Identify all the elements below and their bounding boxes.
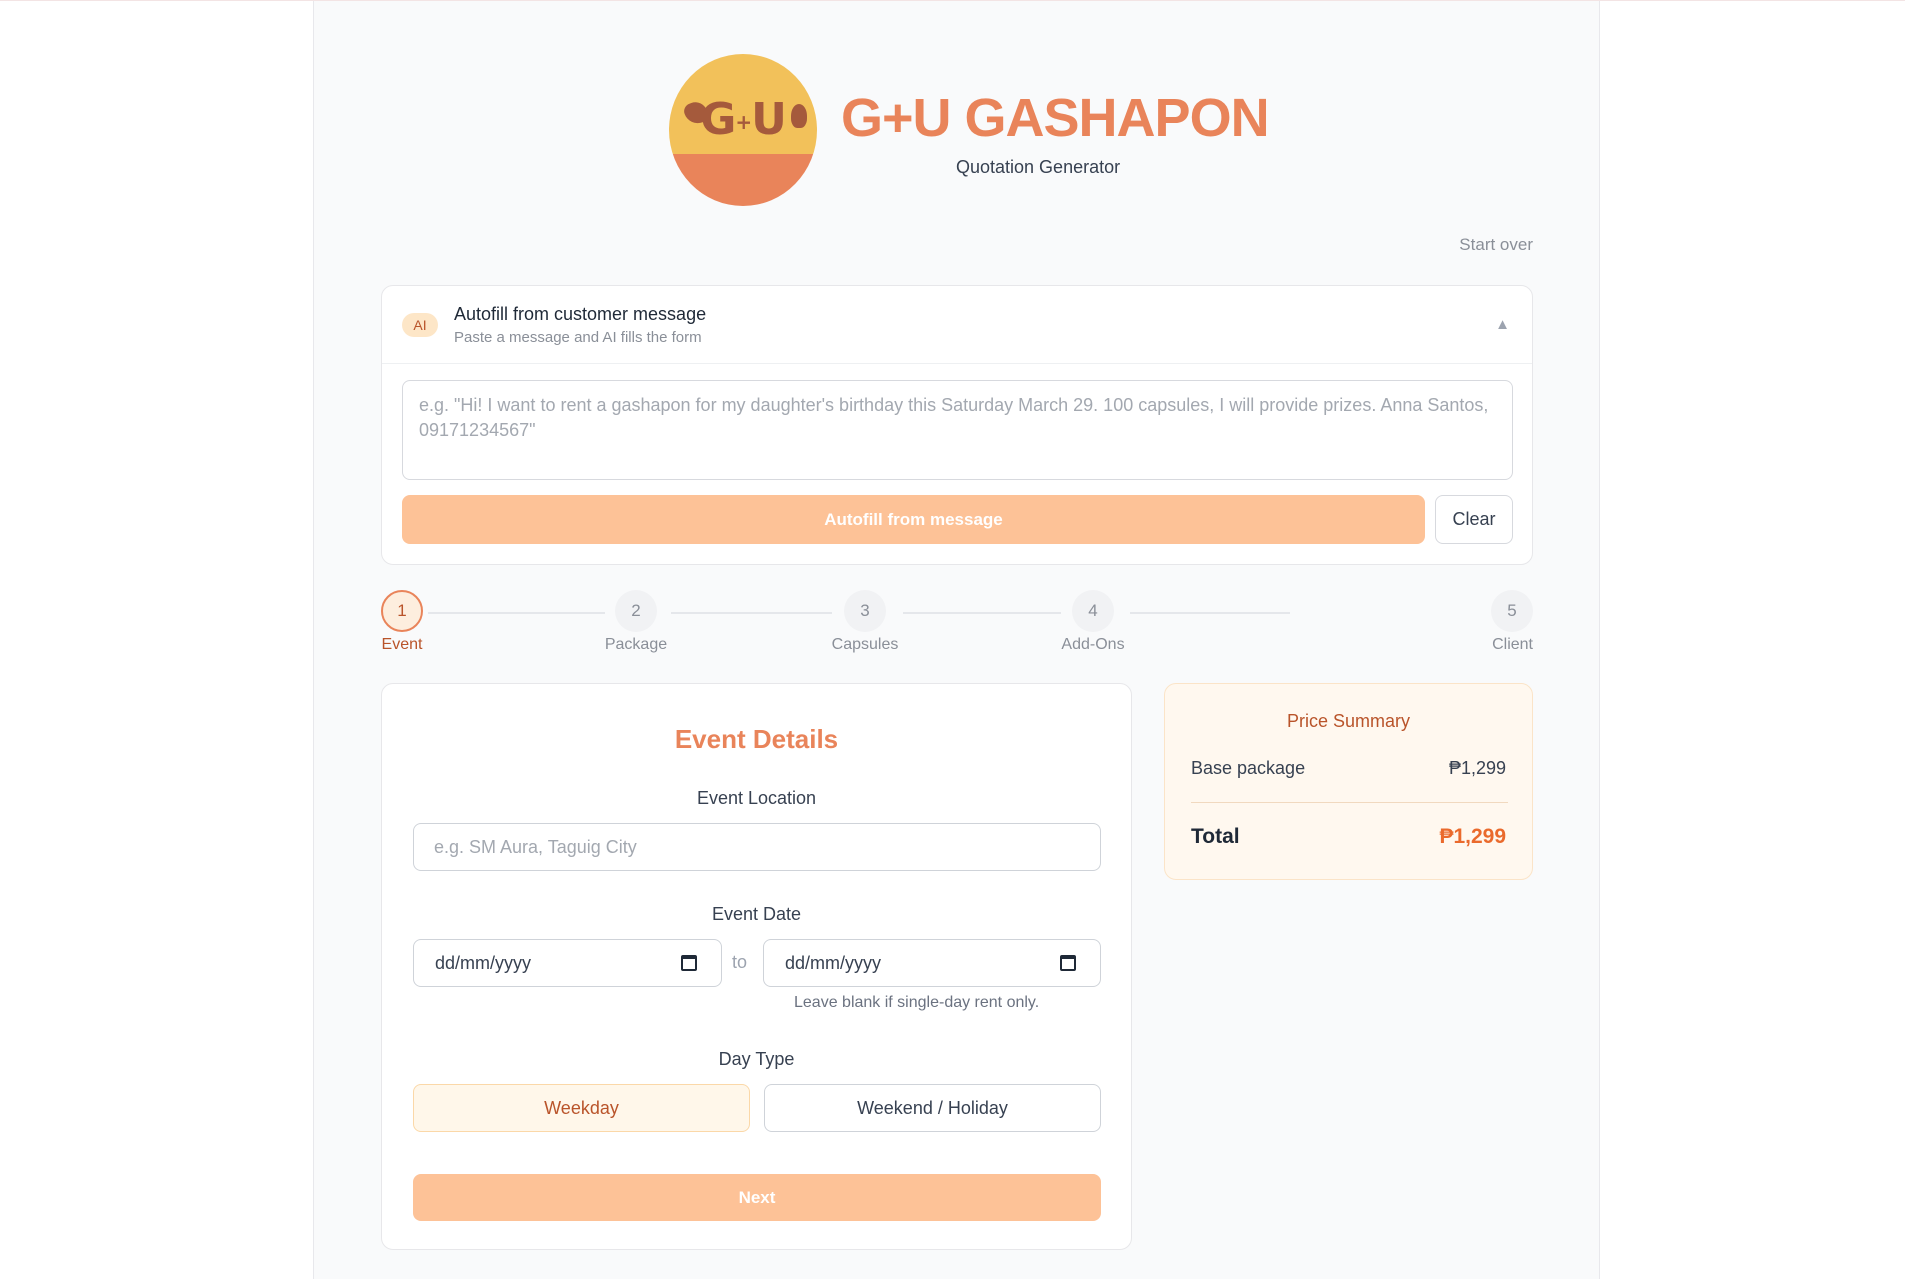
event-location-label: Event Location: [696, 788, 817, 808]
event-location-input[interactable]: [413, 823, 1101, 871]
autofill-subtitle: Paste a message and AI fills the form: [454, 329, 702, 346]
next-button[interactable]: Next: [413, 1174, 1101, 1221]
event-details-title: Event Details: [674, 724, 839, 754]
daytype-weekday-button[interactable]: Weekday: [413, 1084, 750, 1132]
chevron-up-icon[interactable]: ▲: [1495, 316, 1510, 333]
start-over-link[interactable]: Start over: [1459, 235, 1533, 255]
step-indicator: 1 2 3 4 5 Event Package Capsules Add-Ons…: [381, 589, 1533, 659]
step-connector: [428, 612, 605, 614]
brand-subtitle: Quotation Generator: [956, 157, 1121, 177]
price-summary-title: Price Summary: [1286, 711, 1411, 731]
calendar-icon[interactable]: [1060, 955, 1076, 971]
autofill-header-toggle[interactable]: AI Autofill from customer message Paste …: [382, 286, 1532, 364]
daytype-weekend-holiday-button[interactable]: Weekend / Holiday: [764, 1084, 1101, 1132]
total-value: ₱1,299: [1439, 825, 1506, 848]
event-details-card: Event Details Event Location Event Date …: [381, 683, 1132, 1250]
autofill-card: AI Autofill from customer message Paste …: [381, 285, 1533, 565]
step-4-label: Add-Ons: [1061, 636, 1125, 653]
step-connector: [903, 612, 1061, 614]
summary-divider: [1191, 802, 1508, 803]
step-1-label: Event: [381, 636, 423, 653]
step-2-circle[interactable]: 2: [615, 590, 657, 632]
base-package-label: Base package: [1191, 758, 1306, 778]
step-1-circle[interactable]: 1: [381, 590, 423, 632]
page-container: G+U G+U GASHAPON Quotation Generator Sta…: [313, 1, 1600, 1279]
price-summary-card: Price Summary Base package ₱1,299 Total …: [1164, 683, 1533, 880]
date-range-separator: to: [732, 952, 748, 972]
autofill-button[interactable]: Autofill from message: [402, 495, 1425, 544]
step-3-label: Capsules: [831, 636, 899, 653]
step-3-circle[interactable]: 3: [844, 590, 886, 632]
step-2-label: Package: [604, 636, 668, 653]
event-end-date-input[interactable]: dd/mm/yyyy: [763, 939, 1101, 987]
step-5-circle[interactable]: 5: [1491, 590, 1533, 632]
event-date-label: Event Date: [711, 904, 802, 924]
ai-badge: AI: [402, 313, 438, 337]
event-start-date-input[interactable]: dd/mm/yyyy: [413, 939, 722, 987]
customer-message-input[interactable]: [402, 380, 1513, 480]
end-date-help-text: Leave blank if single-day rent only.: [794, 994, 1040, 1011]
base-package-value: ₱1,299: [1448, 758, 1506, 778]
logo-text: G+U: [700, 94, 787, 145]
step-4-circle[interactable]: 4: [1072, 590, 1114, 632]
day-type-label: Day Type: [718, 1049, 795, 1069]
autofill-title: Autofill from customer message: [454, 304, 707, 324]
calendar-icon[interactable]: [681, 955, 697, 971]
step-connector: [1130, 612, 1290, 614]
step-5-label: Client: [1492, 636, 1533, 653]
main-content: G+U G+U GASHAPON Quotation Generator Sta…: [381, 1, 1533, 1279]
total-label: Total: [1191, 825, 1240, 848]
brand-logo: G+U: [669, 54, 817, 206]
brand-title: G+U GASHAPON: [841, 88, 1270, 148]
clear-button[interactable]: Clear: [1435, 495, 1513, 544]
step-connector: [671, 612, 832, 614]
